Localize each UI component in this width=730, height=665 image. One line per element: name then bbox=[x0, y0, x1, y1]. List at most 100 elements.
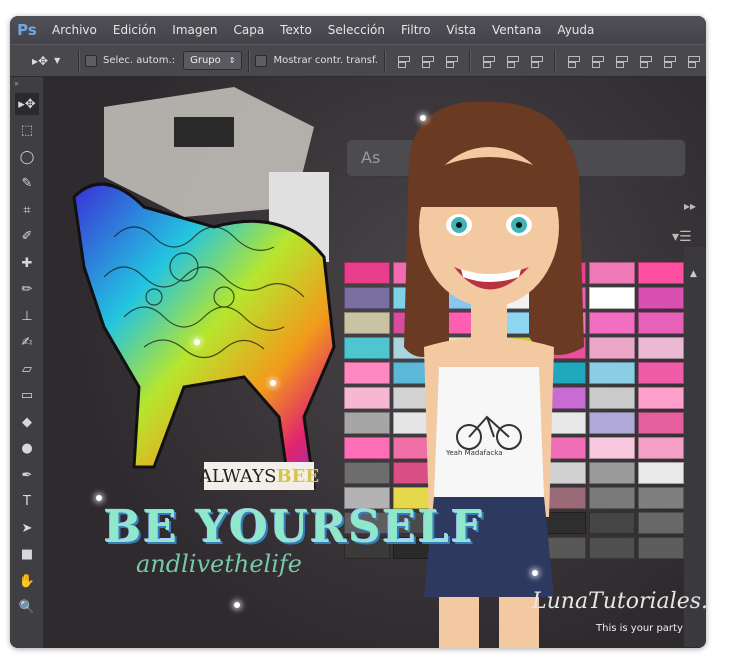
history-brush-icon: ✍ bbox=[21, 335, 33, 350]
cartoon-girl-illustration bbox=[404, 101, 584, 648]
type-icon: T bbox=[23, 494, 31, 509]
color-swatch[interactable] bbox=[638, 537, 684, 559]
crop-icon: ⌗ bbox=[23, 202, 31, 218]
eraser-icon: ▱ bbox=[22, 361, 32, 377]
subline-text: andlivethelife bbox=[136, 550, 302, 578]
color-swatch[interactable] bbox=[638, 337, 684, 359]
align-bottom-icon[interactable] bbox=[444, 55, 458, 68]
divider bbox=[248, 49, 250, 72]
color-swatch[interactable] bbox=[638, 362, 684, 384]
expand-panels-icon: ▸▸ bbox=[684, 199, 697, 213]
menu-filtro[interactable]: Filtro bbox=[393, 16, 438, 44]
rectangle-icon: ■ bbox=[20, 547, 34, 562]
hand-icon: ✋ bbox=[18, 573, 36, 589]
type-tool[interactable]: T bbox=[15, 491, 39, 513]
lasso-tool[interactable]: ◯ bbox=[15, 146, 39, 168]
move-tool[interactable]: ▸✥ bbox=[15, 93, 39, 115]
bandage-icon: ✚ bbox=[21, 255, 33, 271]
color-swatch[interactable] bbox=[638, 487, 684, 509]
menu-bar: Ps Archivo Edición Imagen Capa Texto Sel… bbox=[10, 16, 706, 44]
path-select-tool[interactable]: ➤ bbox=[15, 517, 39, 539]
auto-select-mode-dropdown[interactable]: Grupo ⇕ bbox=[183, 51, 243, 70]
sparkle bbox=[420, 115, 426, 121]
wand-icon: ✎ bbox=[21, 176, 33, 191]
auto-select-label: Selec. autom.: bbox=[103, 55, 176, 66]
brush-tool[interactable]: ✏ bbox=[15, 279, 39, 301]
color-swatch[interactable] bbox=[638, 437, 684, 459]
quick-select-tool[interactable]: ✎ bbox=[15, 173, 39, 195]
menu-capa[interactable]: Capa bbox=[225, 16, 272, 44]
auto-select-mode-value: Grupo bbox=[190, 55, 221, 66]
collapse-icon[interactable]: » bbox=[14, 79, 19, 88]
distribute-left-icon[interactable] bbox=[638, 55, 652, 68]
color-swatch[interactable] bbox=[638, 387, 684, 409]
auto-select-checkbox[interactable] bbox=[85, 54, 97, 67]
move-icon: ▸✥ bbox=[32, 53, 49, 68]
distribute-hcenter-icon[interactable] bbox=[662, 55, 676, 68]
ps-logo-icon: Ps bbox=[17, 21, 37, 39]
tool-preset-picker[interactable]: ▸✥ ▼ bbox=[10, 54, 72, 68]
chevron-down-icon: ▼ bbox=[54, 56, 61, 65]
sparkle bbox=[270, 380, 276, 386]
menu-archivo[interactable]: Archivo bbox=[44, 16, 105, 44]
eyedropper-tool[interactable]: ✐ bbox=[15, 226, 39, 248]
align-vcenter-icon[interactable] bbox=[420, 55, 434, 68]
color-swatch[interactable] bbox=[638, 412, 684, 434]
history-brush-tool[interactable]: ✍ bbox=[15, 332, 39, 354]
menu-ayuda[interactable]: Ayuda bbox=[549, 16, 602, 44]
signature-text: LunaTutoriales. bbox=[532, 589, 706, 614]
distribute-top-icon[interactable] bbox=[566, 55, 580, 68]
menu-edicion[interactable]: Edición bbox=[105, 16, 164, 44]
distribute-bottom-icon[interactable] bbox=[614, 55, 628, 68]
eraser-tool[interactable]: ▱ bbox=[15, 358, 39, 380]
menu-seleccion[interactable]: Selección bbox=[320, 16, 393, 44]
menu-imagen[interactable]: Imagen bbox=[164, 16, 225, 44]
align-right-icon[interactable] bbox=[529, 55, 543, 68]
distribute-right-icon[interactable] bbox=[686, 55, 700, 68]
color-swatch[interactable] bbox=[638, 287, 684, 309]
options-bar: ▸✥ ▼ Selec. autom.: Grupo ⇕ Mostrar cont… bbox=[10, 44, 706, 77]
color-swatch[interactable] bbox=[638, 462, 684, 484]
show-transform-checkbox[interactable] bbox=[255, 54, 268, 67]
scroll-up-icon: ▲ bbox=[690, 269, 697, 279]
brush-icon: ✏ bbox=[21, 282, 33, 297]
menu-vista[interactable]: Vista bbox=[438, 16, 484, 44]
color-swatch[interactable] bbox=[638, 262, 684, 284]
pen-tool[interactable]: ✒ bbox=[15, 464, 39, 486]
show-transform-label: Mostrar contr. transf. bbox=[273, 55, 378, 66]
divider bbox=[553, 49, 555, 72]
always-text: ALWAYS bbox=[198, 465, 277, 487]
marquee-tool[interactable]: ⬚ bbox=[15, 120, 39, 142]
panel-scroll-strip: ▲ bbox=[684, 247, 706, 647]
dodge-tool[interactable]: ● bbox=[15, 438, 39, 460]
tagline-text: This is your party bbox=[596, 623, 683, 634]
zentangle-horse-art bbox=[72, 87, 336, 489]
sparkle bbox=[194, 339, 200, 345]
gradient-icon: ▭ bbox=[20, 388, 34, 403]
color-swatch[interactable] bbox=[638, 312, 684, 334]
align-top-icon[interactable] bbox=[396, 55, 410, 68]
align-left-icon[interactable] bbox=[481, 55, 495, 68]
divider bbox=[78, 49, 79, 72]
divider bbox=[383, 49, 385, 72]
updown-icon: ⇕ bbox=[228, 56, 236, 65]
hand-tool[interactable]: ✋ bbox=[15, 570, 39, 592]
shirt-text: Yeah Madafacka bbox=[446, 449, 503, 457]
menu-ventana[interactable]: Ventana bbox=[484, 16, 549, 44]
distribute-vcenter-icon[interactable] bbox=[590, 55, 604, 68]
menu-texto[interactable]: Texto bbox=[272, 16, 320, 44]
drop-icon: ◆ bbox=[22, 414, 32, 430]
align-hcenter-icon[interactable] bbox=[505, 55, 519, 68]
zoom-tool[interactable]: 🔍 bbox=[15, 597, 39, 619]
document-canvas[interactable]: As ▸▸ ▾☰ ▲ ALWAYS BEE Yeah Madafacka BE … bbox=[44, 77, 706, 648]
shape-tool[interactable]: ■ bbox=[15, 544, 39, 566]
healing-tool[interactable]: ✚ bbox=[15, 252, 39, 274]
marquee-icon: ⬚ bbox=[20, 123, 34, 138]
stamp-tool[interactable]: ⊥ bbox=[15, 305, 39, 327]
panel-menu-icon: ▾☰ bbox=[672, 229, 692, 245]
color-swatch[interactable] bbox=[638, 512, 684, 534]
crop-tool[interactable]: ⌗ bbox=[15, 199, 39, 221]
always-clipping: ALWAYS BEE bbox=[199, 462, 319, 490]
gradient-tool[interactable]: ▭ bbox=[15, 385, 39, 407]
blur-tool[interactable]: ◆ bbox=[15, 411, 39, 433]
